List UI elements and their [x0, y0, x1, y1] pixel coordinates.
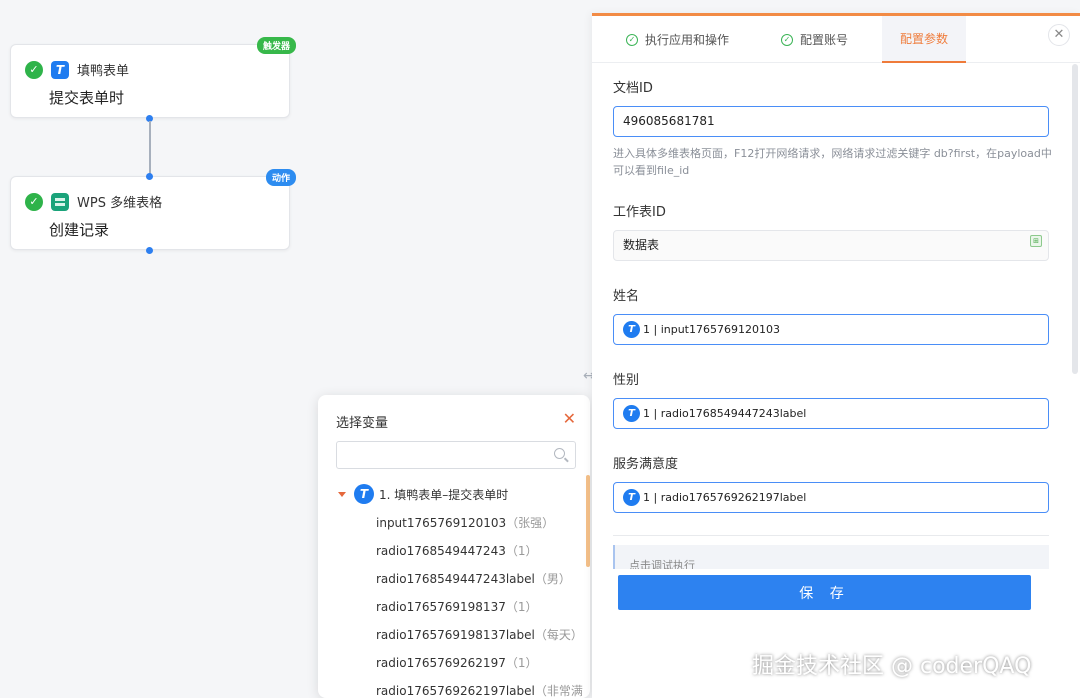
check-circle-icon: ✓: [781, 33, 793, 46]
gender-label: 性别: [613, 373, 640, 388]
node-connector: [149, 121, 151, 175]
check-circle-icon: ✓: [626, 33, 638, 46]
node-header: ✓ WPS 多维表格: [25, 192, 162, 211]
node-app-name: WPS 多维表格: [77, 196, 163, 211]
gender-input[interactable]: T1 | radio1768549447243label: [613, 398, 1049, 429]
sheet-id-label: 工作表ID: [613, 205, 666, 220]
variable-item[interactable]: radio1765769198137（1）: [376, 597, 583, 625]
variable-item[interactable]: radio1765769198137label（每天）: [376, 625, 583, 653]
name-input[interactable]: T1 | input1765769120103: [613, 314, 1049, 345]
variable-item[interactable]: input1765769120103（张强）: [376, 513, 583, 541]
config-panel: ✓ 执行应用和操作 ✓ 配置账号 配置参数 ✕ 文档ID 49608568178…: [592, 13, 1080, 698]
wps-sheet-icon: [51, 192, 69, 211]
tab-parameters[interactable]: 配置参数: [882, 16, 966, 63]
node-title: 提交表单时: [49, 89, 125, 107]
save-button[interactable]: 保 存: [618, 575, 1031, 610]
name-label: 姓名: [613, 289, 640, 304]
variable-search-input[interactable]: [336, 441, 576, 469]
variable-insert-icon[interactable]: ⊞: [1030, 235, 1042, 247]
doc-id-hint: 进入具体多维表格页面，F12打开网络请求，网络请求过滤关键字 db?first，…: [613, 147, 1052, 177]
variable-item[interactable]: radio1768549447243（1）: [376, 541, 583, 569]
tianya-form-icon: T: [623, 489, 640, 506]
search-icon: [554, 448, 565, 459]
tianya-form-icon: T: [623, 321, 640, 338]
doc-id-label: 文档ID: [613, 81, 653, 96]
check-icon: ✓: [25, 60, 43, 79]
variable-item[interactable]: radio1768549447243label（男）: [376, 569, 583, 597]
node-input-port[interactable]: [146, 173, 153, 180]
check-icon: ✓: [25, 192, 43, 211]
satisfaction-input[interactable]: T1 | radio1765769262197label: [613, 482, 1049, 513]
tab-app-action[interactable]: ✓ 执行应用和操作: [626, 16, 729, 63]
config-tabs: ✓ 执行应用和操作 ✓ 配置账号 配置参数: [592, 16, 1080, 63]
sheet-id-input[interactable]: 数据表 ⊞: [613, 230, 1049, 261]
tab-account[interactable]: ✓ 配置账号: [781, 16, 848, 63]
close-icon[interactable]: ✕: [1048, 24, 1070, 46]
picker-scrollbar[interactable]: [586, 475, 590, 567]
satisfaction-label: 服务满意度: [613, 457, 679, 472]
action-node[interactable]: ✓ WPS 多维表格 创建记录 动作: [10, 169, 296, 254]
debug-section[interactable]: 点击调试执行: [613, 545, 1049, 569]
variable-group-label: 1. 填鸭表单–提交表单时: [379, 487, 509, 502]
trigger-badge: 触发器: [256, 37, 296, 54]
variable-group[interactable]: T 1. 填鸭表单–提交表单时: [338, 484, 508, 504]
close-icon[interactable]: ✕: [563, 409, 576, 428]
node-app-name: 填鸭表单: [77, 64, 130, 79]
watermark: 掘金技术社区 @ coderQAQ: [752, 654, 1032, 679]
doc-id-input[interactable]: 496085681781: [613, 106, 1049, 137]
node-header: ✓ T 填鸭表单: [25, 60, 129, 79]
panel-scrollbar[interactable]: [1072, 64, 1078, 374]
tianya-form-icon: T: [51, 60, 69, 79]
tianya-form-icon: T: [623, 405, 640, 422]
picker-title: 选择变量: [336, 416, 389, 431]
variable-item[interactable]: radio1765769262197（1）: [376, 653, 583, 681]
variable-picker: 选择变量 ✕ T 1. 填鸭表单–提交表单时 input176576912010…: [318, 395, 590, 698]
action-badge: 动作: [265, 169, 296, 186]
variable-item[interactable]: radio1765769262197label（非常满: [376, 681, 583, 698]
variable-list: input1765769120103（张强） radio176854944724…: [376, 513, 583, 698]
caret-down-icon[interactable]: [338, 491, 346, 497]
trigger-node[interactable]: ✓ T 填鸭表单 提交表单时 触发器: [10, 37, 296, 122]
tianya-form-icon: T: [354, 484, 374, 504]
divider: [613, 535, 1049, 536]
node-title: 创建记录: [49, 221, 110, 239]
node-output-port[interactable]: [146, 247, 153, 254]
